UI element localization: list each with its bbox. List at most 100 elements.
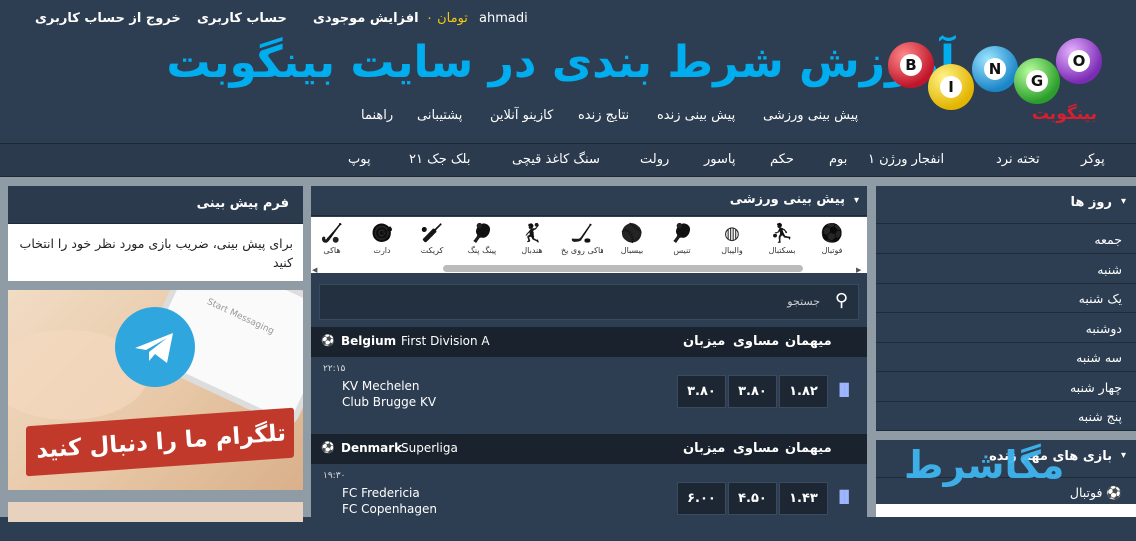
- chevron-down-icon: ▾: [1120, 450, 1126, 461]
- telegram-icon: [115, 307, 195, 387]
- logout-link[interactable]: خروج از حساب کاربری: [35, 11, 181, 26]
- scroll-right-icon[interactable]: ▶: [856, 266, 861, 274]
- sport-tab-label: هاکی: [323, 246, 341, 255]
- col-draw-header: مساوی: [733, 441, 780, 456]
- day-item[interactable]: چهار شنبه: [876, 372, 1136, 402]
- sport-tab-5[interactable]: 🏒 هاکی روی یخ: [561, 219, 603, 261]
- soccer-icon: ⚽: [1106, 485, 1122, 500]
- days-header[interactable]: ▾ روز ها: [876, 186, 1136, 224]
- game-blackjack-21[interactable]: بلک جک ۲۱: [409, 152, 470, 167]
- league-header[interactable]: ⚽ Denmark Superliga میهمان مساوی میزبان: [311, 434, 867, 464]
- volleyball-icon: ◍: [724, 223, 740, 244]
- second-banner[interactable]: [8, 502, 303, 522]
- stats-chart-icon[interactable]: ▐▌: [835, 490, 853, 504]
- sport-tab-7[interactable]: 🏓 پینگ پنگ: [461, 219, 503, 261]
- topup-link[interactable]: افزایش موجودی: [313, 11, 419, 26]
- game-hokm[interactable]: حکم: [770, 152, 794, 167]
- search-box[interactable]: ⚲ جستجو: [319, 284, 859, 320]
- live-list-area: [876, 504, 1136, 517]
- basketball-hoop-icon: ⛹: [770, 223, 794, 244]
- day-item[interactable]: شنبه: [876, 254, 1136, 284]
- game-backgammon[interactable]: تخته نرد: [996, 152, 1040, 167]
- balance-value: تومان ۰: [426, 11, 468, 26]
- soccer-icon: ⚽: [321, 334, 335, 347]
- bet-form-panel: فرم پیش بینی برای پیش بینی، ضریب بازی مو…: [8, 186, 303, 281]
- away-team: Club Brugge KV: [342, 395, 437, 409]
- content-area: فرم پیش بینی برای پیش بینی، ضریب بازی مو…: [0, 177, 1136, 541]
- game-poker[interactable]: پوکر: [1081, 152, 1105, 167]
- chevron-down-icon: ▾: [853, 195, 859, 206]
- darts-icon: 🎯: [370, 223, 394, 244]
- sports-carousel[interactable]: ⚽ فوتبال ⛹ بسکتبال ◍ والیبال 🏓 تنیس ⚾ بیسبال 🏒 هاکی…: [311, 219, 867, 263]
- league-name: First Division A: [401, 334, 490, 348]
- sport-tab-6[interactable]: 🤾 هندبال: [511, 219, 553, 261]
- day-item[interactable]: پنج شنبه: [876, 402, 1136, 431]
- handball-icon: 🤾: [520, 223, 544, 244]
- odds-away-button[interactable]: ۱.۸۲: [779, 375, 828, 408]
- sport-tab-4[interactable]: ⚾ بیسبال: [611, 219, 653, 261]
- account-link[interactable]: حساب کاربری: [197, 11, 287, 26]
- sport-tab-9[interactable]: 🎯 دارت: [361, 219, 403, 261]
- sport-tab-2[interactable]: ◍ والیبال: [711, 219, 753, 261]
- odds-home-button[interactable]: ۳.۸۰: [677, 375, 726, 408]
- game-rock-paper-scissors[interactable]: سنگ کاغذ قیچی: [512, 152, 600, 167]
- day-item[interactable]: جمعه: [876, 225, 1136, 254]
- nav-live-results[interactable]: نتایج زنده: [578, 108, 629, 123]
- sport-tab-label: هندبال: [521, 246, 543, 255]
- col-home-header: میزبان: [683, 334, 726, 349]
- sport-tab-label: فوتبال: [821, 246, 843, 255]
- sport-tab-8[interactable]: 🏏 کریکت: [411, 219, 453, 261]
- chevron-down-icon: ▾: [1120, 196, 1126, 207]
- game-crash-v1[interactable]: انفجار ورژن ۱: [868, 152, 944, 167]
- odds-draw-button[interactable]: ۳.۸۰: [728, 375, 777, 408]
- nav-live-betting[interactable]: پیش بینی زنده: [657, 108, 735, 123]
- bingobet-logo[interactable]: B I N G O بینگوبت: [884, 32, 1109, 128]
- league-header[interactable]: ⚽ Belgium First Division A میهمان مساوی میزبا…: [311, 327, 867, 357]
- username[interactable]: ahmadi: [479, 11, 528, 26]
- match-time: ۱۹:۳۰: [323, 471, 346, 481]
- nav-online-casino[interactable]: کازینو آنلاین: [490, 108, 553, 123]
- game-roulette[interactable]: رولت: [640, 152, 669, 167]
- game-pop[interactable]: پوپ: [348, 152, 371, 167]
- league-country: Belgium: [341, 334, 397, 348]
- soccer-icon: ⚽: [820, 223, 844, 244]
- odds-draw-button[interactable]: ۴.۵۰: [728, 482, 777, 515]
- col-away-header: میهمان: [785, 441, 832, 456]
- telegram-banner[interactable]: Start Messaging تلگرام ما را دنبال کنید: [8, 290, 303, 490]
- logo-subtitle: بینگوبت: [1031, 104, 1097, 124]
- odds-away-button[interactable]: ۱.۴۳: [779, 482, 828, 515]
- day-item[interactable]: دوشنبه: [876, 313, 1136, 343]
- cricket-icon: 🏏: [420, 223, 444, 244]
- league-name: Superliga: [401, 441, 458, 455]
- soccer-icon: ⚽: [321, 441, 335, 454]
- nav-sports-betting[interactable]: پیش بینی ورزشی: [763, 108, 858, 123]
- game-pasur[interactable]: پاسور: [704, 152, 735, 167]
- games-nav: پوکر تخته نرد انفجار ورژن ۱ بوم حکم پاسو…: [0, 143, 1136, 177]
- day-item[interactable]: سه شنبه: [876, 343, 1136, 372]
- sport-tab-label: والیبال: [721, 246, 743, 255]
- search-icon[interactable]: ⚲: [835, 290, 848, 311]
- home-team: KV Mechelen: [342, 379, 420, 393]
- sport-tab-3[interactable]: 🏓 تنیس: [661, 219, 703, 261]
- league-country: Denmark: [341, 441, 403, 455]
- sports-scrollbar[interactable]: [443, 265, 803, 272]
- live-games-panel: ▾ بازی های مهم زنده فوتبال ⚽ مگاشرط: [876, 440, 1136, 517]
- live-sport-football[interactable]: فوتبال ⚽: [1070, 485, 1122, 501]
- sport-tab-10[interactable]: 🏑 هاکی: [311, 219, 353, 261]
- baseball-icon: ⚾: [620, 223, 644, 244]
- banner-title: آموزش شرط بندی در سایت بینگوبت: [166, 37, 956, 88]
- day-item[interactable]: یک شنبه: [876, 284, 1136, 313]
- nav-support[interactable]: پشتیبانی: [417, 108, 462, 123]
- ping-pong-icon: 🏓: [470, 223, 494, 244]
- game-boom[interactable]: بوم: [829, 152, 847, 167]
- logo-ball-n: N: [984, 58, 1006, 80]
- sport-tab-0[interactable]: ⚽ فوتبال: [811, 219, 853, 261]
- nav-help[interactable]: راهنما: [361, 108, 393, 123]
- logo-ball-i: I: [940, 76, 962, 98]
- scroll-left-icon[interactable]: ◀: [312, 266, 317, 274]
- sport-tab-1[interactable]: ⛹ بسکتبال: [761, 219, 803, 261]
- sport-tab-label: بیسبال: [620, 246, 644, 255]
- match-row: ۲۲:۱۵ KV Mechelen Club Brugge KV ۳.۸۰ ۳.۸۰ ۱.…: [311, 357, 867, 434]
- stats-chart-icon[interactable]: ▐▌: [835, 383, 853, 397]
- odds-home-button[interactable]: ۶.۰۰: [677, 482, 726, 515]
